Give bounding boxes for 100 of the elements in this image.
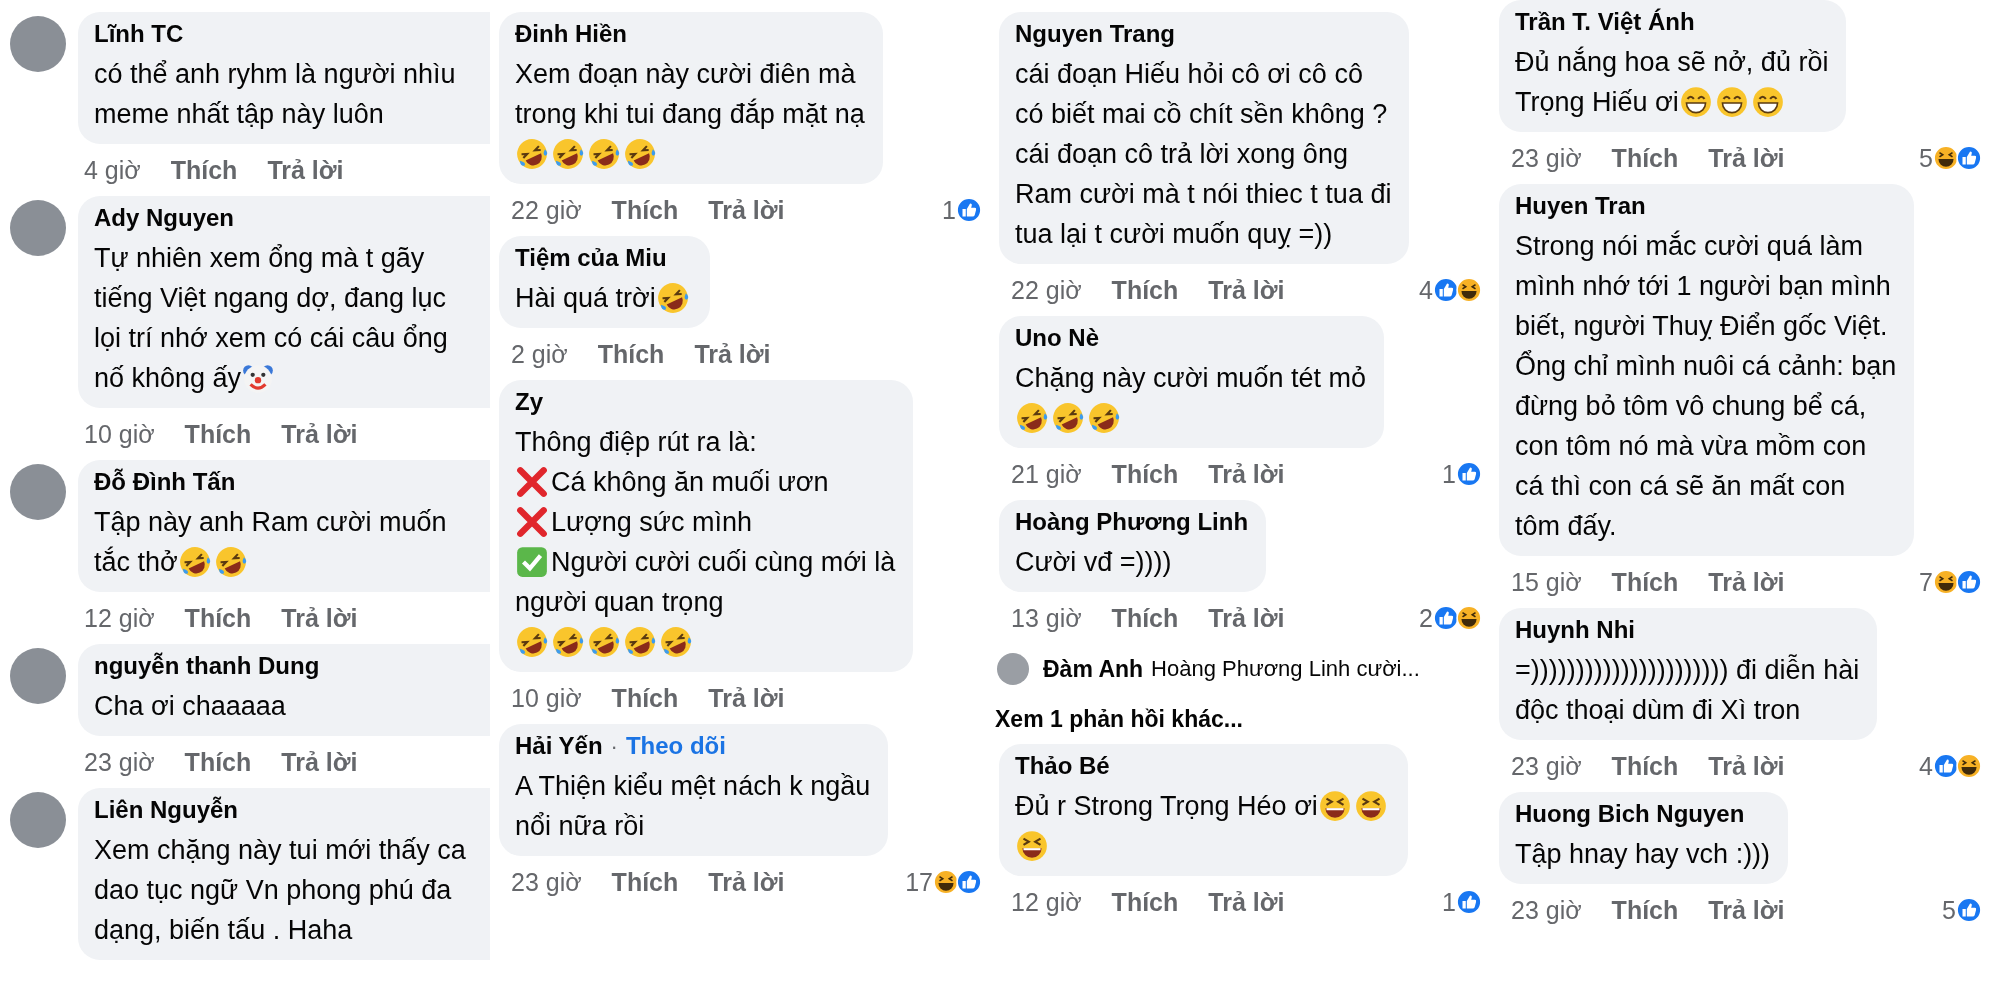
- commenter-name[interactable]: Nguyen Trang: [1015, 20, 1176, 48]
- comment-text: Đủ r Strong Trọng Héo ơi: [1015, 790, 1318, 822]
- commenter-name[interactable]: Liên Nguyễn: [94, 796, 238, 824]
- comment-text: người quan trọng: [515, 586, 724, 618]
- reply-link[interactable]: Trả lời: [1208, 887, 1285, 917]
- comment-text: Người cười cuối cùng mới là: [551, 546, 896, 578]
- reply-link[interactable]: Trả lời: [1708, 751, 1785, 781]
- like-link[interactable]: Thích: [1611, 143, 1679, 173]
- reply-link[interactable]: Trả lời: [1708, 567, 1785, 597]
- comment-text: Trọng Hiếu ơi: [1515, 86, 1679, 118]
- like-link[interactable]: Thích: [170, 155, 238, 185]
- like-link[interactable]: Thích: [597, 339, 665, 369]
- comment-time: 23 giờ: [1511, 895, 1582, 925]
- reaction-count: 1: [942, 195, 956, 225]
- commenter-name[interactable]: Tiệm của Miu: [515, 244, 667, 272]
- like-link[interactable]: Thích: [1611, 895, 1679, 925]
- avatar[interactable]: [10, 792, 66, 848]
- comment-text: nổi nữa rồi: [515, 810, 645, 842]
- like-link[interactable]: Thích: [184, 419, 252, 449]
- like-link[interactable]: Thích: [1611, 751, 1679, 781]
- commenter-name[interactable]: Đinh Hiền: [515, 20, 627, 48]
- like-link[interactable]: Thích: [1111, 275, 1179, 305]
- reply-link[interactable]: Trả lời: [267, 155, 344, 185]
- reply-link[interactable]: Trả lời: [708, 195, 785, 225]
- comment-text: Cha ơi chaaaaa: [94, 690, 286, 722]
- commenter-name[interactable]: Đỗ Đình Tấn: [94, 468, 236, 496]
- like-reaction-icon: [1956, 569, 1982, 595]
- avatar[interactable]: [10, 648, 66, 704]
- commenter-name[interactable]: Hoàng Phương Linh: [1015, 508, 1249, 536]
- reply-link[interactable]: Trả lời: [1208, 275, 1285, 305]
- squinting-laugh-emoji-icon: [1353, 789, 1388, 823]
- like-link[interactable]: Thích: [184, 603, 252, 633]
- like-link[interactable]: Thích: [1111, 459, 1179, 489]
- avatar[interactable]: [997, 653, 1029, 685]
- grinning-emoji-icon: [1678, 85, 1713, 119]
- haha-reaction-icon: [1933, 145, 1959, 171]
- commenter-name[interactable]: Huong Bich Nguyen: [1515, 800, 1745, 828]
- comment-text: cá thì con cá sẽ ăn mất con: [1515, 470, 1846, 502]
- rolling-laughing-emoji-icon: [655, 281, 690, 315]
- like-link[interactable]: Thích: [1111, 887, 1179, 917]
- like-reaction-icon: [1956, 897, 1982, 923]
- comment-text: dạng, biến tấu . Haha: [94, 914, 353, 946]
- comment-text: Tự nhiên xem ổng mà t gãy: [94, 242, 425, 274]
- comment-text: Tập này anh Ram cười muốn: [94, 506, 447, 538]
- like-link[interactable]: Thích: [184, 747, 252, 777]
- commenter-name[interactable]: Hải Yến: [515, 732, 603, 760]
- grinning-emoji-icon: [1714, 85, 1749, 119]
- rolling-laughing-emoji-icon: [623, 625, 657, 659]
- reaction-count: 7: [1919, 567, 1933, 597]
- reply-link[interactable]: Trả lời: [281, 747, 358, 777]
- comment-time: 12 giờ: [84, 603, 155, 633]
- reply-link[interactable]: Trả lời: [281, 603, 358, 633]
- reaction-count: 5: [1919, 143, 1933, 173]
- follow-link[interactable]: Theo dõi: [625, 732, 726, 760]
- squinting-laugh-emoji-icon: [1317, 789, 1352, 823]
- like-link[interactable]: Thích: [611, 867, 679, 897]
- commenter-name[interactable]: Thảo Bé: [1015, 752, 1110, 780]
- like-link[interactable]: Thích: [1611, 567, 1679, 597]
- reply-link[interactable]: Trả lời: [708, 683, 785, 713]
- commenter-name[interactable]: Lĩnh TC: [94, 20, 184, 48]
- like-reaction-icon: [1956, 145, 1982, 171]
- haha-reaction-icon: [1456, 277, 1482, 303]
- commenter-name[interactable]: Trần T. Việt Ánh: [1515, 8, 1695, 36]
- reply-link[interactable]: Trả lời: [281, 419, 358, 449]
- avatar[interactable]: [10, 464, 66, 520]
- like-link[interactable]: Thích: [1111, 603, 1179, 633]
- commenter-name[interactable]: Uno Nè: [1015, 324, 1099, 352]
- avatar[interactable]: [10, 200, 66, 256]
- commenter-name[interactable]: Ady Nguyen: [94, 204, 234, 232]
- avatar[interactable]: [10, 16, 66, 72]
- comment-text: Lượng sức mình: [551, 506, 752, 538]
- comment-text: Cá không ăn muối ươn: [551, 466, 829, 498]
- reply-link[interactable]: Trả lời: [1708, 895, 1785, 925]
- like-reaction-icon: [1456, 461, 1482, 487]
- rolling-laughing-emoji-icon: [659, 625, 693, 659]
- like-reaction-icon: [956, 869, 982, 895]
- comment-text: cái đoạn Hiếu hỏi cô ơi cô cô: [1015, 58, 1363, 90]
- view-more-replies-link[interactable]: Xem 1 phản hồi khác...: [995, 705, 1243, 733]
- comment-time: 15 giờ: [1511, 567, 1582, 597]
- commenter-name[interactable]: Huyen Tran: [1515, 192, 1646, 220]
- rolling-laughing-emoji-icon: [515, 625, 549, 659]
- comment-text: cái đoạn cô trả lời xong ông: [1015, 138, 1348, 170]
- commenter-name[interactable]: Huynh Nhi: [1515, 616, 1635, 644]
- haha-reaction-icon: [1456, 605, 1482, 631]
- rolling-laughing-emoji-icon: [1051, 401, 1085, 435]
- like-link[interactable]: Thích: [611, 683, 679, 713]
- reply-link[interactable]: Trả lời: [1208, 459, 1285, 489]
- check-mark-icon: [515, 545, 549, 579]
- reply-link[interactable]: Trả lời: [694, 339, 771, 369]
- commenter-name[interactable]: Đàm Anh: [1043, 655, 1144, 683]
- like-link[interactable]: Thích: [611, 195, 679, 225]
- reply-link[interactable]: Trả lời: [708, 867, 785, 897]
- reply-link[interactable]: Trả lời: [1708, 143, 1785, 173]
- separator-dot: ·: [610, 734, 618, 760]
- comment-text: Ram cười mà t nói thiec t tua đi: [1015, 178, 1392, 210]
- commenter-name[interactable]: nguyễn thanh Dung: [94, 652, 320, 680]
- reply-link[interactable]: Trả lời: [1208, 603, 1285, 633]
- commenter-name[interactable]: Zy: [515, 388, 543, 416]
- rolling-laughing-emoji-icon: [623, 137, 657, 171]
- rolling-laughing-emoji-icon: [551, 625, 585, 659]
